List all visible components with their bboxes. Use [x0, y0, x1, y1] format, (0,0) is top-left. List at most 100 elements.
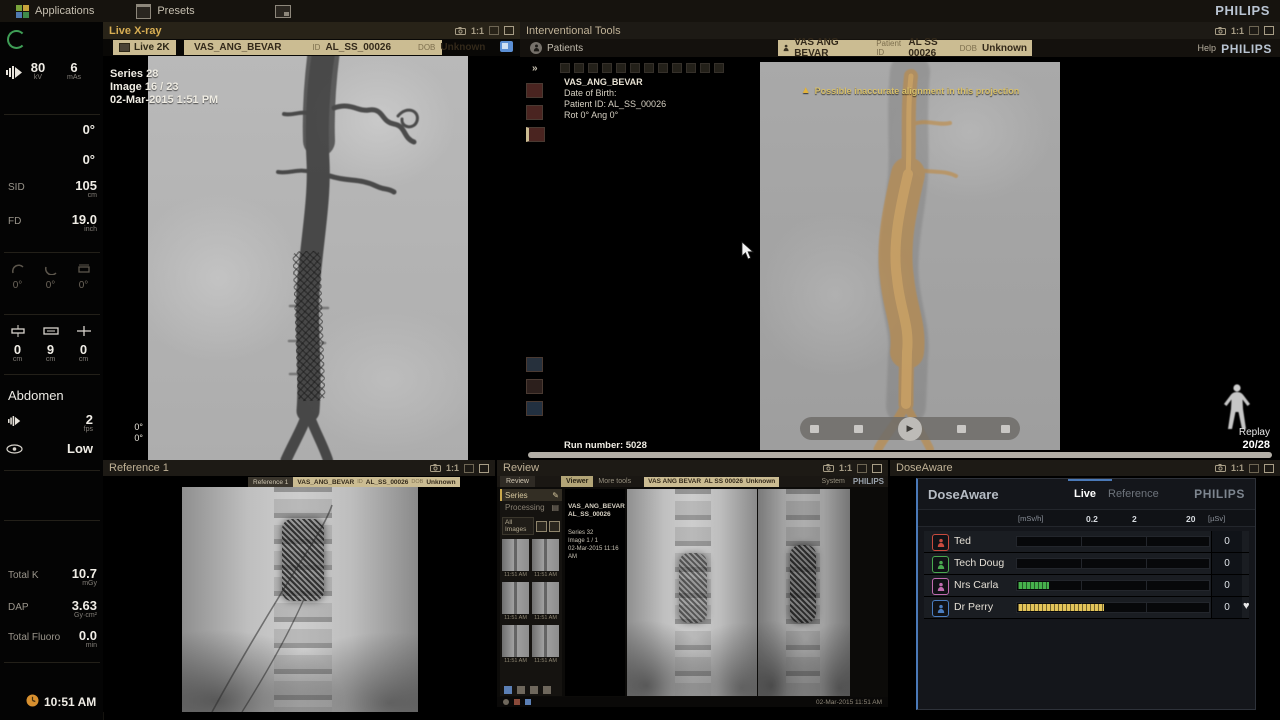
replay-counter: 20/28: [1208, 439, 1270, 451]
workstation-screen: Applications Presets PHILIPS 80 kV 6 mAs…: [0, 0, 1280, 720]
series-thumbnail[interactable]: 11:51 AM: [532, 582, 559, 622]
series-thumbnail[interactable]: 11:51 AM: [502, 625, 529, 665]
add-marker-button[interactable]: [810, 425, 819, 433]
snapshot-icon[interactable]: [455, 27, 466, 35]
patient-banner-live[interactable]: VAS_ANG_BEVAR ID AL_SS_00026 DOB Unknown: [184, 40, 442, 55]
flag-button[interactable]: [1001, 425, 1010, 433]
staff-name: Ted: [954, 535, 971, 547]
presets-menu[interactable]: Presets: [136, 4, 194, 19]
window-icon[interactable]: [1264, 464, 1274, 473]
table-value-3: 0: [68, 342, 99, 357]
acquisition-timestamp: 02-Mar-2015 1:51 PM: [110, 94, 218, 107]
expand-icon[interactable]: [1249, 464, 1259, 473]
export-icon[interactable]: [517, 686, 525, 694]
play-button[interactable]: ▶: [898, 417, 922, 441]
series-thumbnail[interactable]: 11:51 AM: [502, 539, 529, 579]
snapshot-icon[interactable]: [430, 464, 441, 472]
dose-scale-row: [mSv/h] 0.2 2 20 [µSv]: [918, 509, 1255, 527]
expand-panel-chevrons[interactable]: »: [532, 63, 538, 74]
review-viewport-1[interactable]: [627, 489, 757, 696]
tab-live-2k[interactable]: Live 2K: [113, 40, 176, 55]
ma-unit: mAs: [56, 74, 92, 81]
table-long-icon: [42, 325, 60, 337]
patient-id: AL SS 00026: [908, 37, 954, 59]
series-thumbnail[interactable]: 11:51 AM: [502, 582, 529, 622]
patient-dob-label: DOB: [418, 43, 435, 52]
review-app-tab[interactable]: Review: [500, 476, 535, 487]
list-view-button[interactable]: [549, 521, 560, 532]
sid-label: SID: [8, 182, 25, 193]
zoom-1-1-button[interactable]: 1:1: [446, 463, 459, 473]
select-tool-icon[interactable]: [504, 686, 512, 694]
fusion-roadmap-image[interactable]: ▲ Possible inaccurate alignment in this …: [760, 62, 1060, 450]
previous-frame-button[interactable]: [854, 425, 863, 433]
more-tools-tab[interactable]: More tools: [593, 476, 636, 487]
table-unit-2: cm: [35, 356, 66, 363]
image-filter-select[interactable]: All Images: [502, 517, 534, 535]
next-frame-button[interactable]: [957, 425, 966, 433]
display-route-icon[interactable]: [500, 41, 513, 52]
patient-banner-reference[interactable]: VAS_ANG_BEVAR ID AL_SS_00026 DOB Unknown: [293, 477, 459, 487]
staff-name: Dr Perry: [954, 601, 993, 613]
delete-icon[interactable]: [543, 686, 551, 694]
expand-icon[interactable]: [857, 464, 867, 473]
fluoro-mode-eye-icon: [6, 444, 23, 454]
zoom-1-1-button[interactable]: 1:1: [1231, 26, 1244, 36]
dose-bar-track: [1016, 580, 1210, 591]
live-2k-label: Live 2K: [134, 42, 170, 53]
viewer-tab[interactable]: Viewer: [561, 476, 593, 487]
table-lateral-icon: [75, 325, 93, 337]
hand-heart-icon[interactable]: ♥: [1243, 600, 1250, 612]
timeline-scrollbar[interactable]: [528, 452, 1272, 458]
presets-label: Presets: [157, 5, 194, 17]
series-tab[interactable]: Series✎: [500, 489, 562, 501]
roadmap-thumb-2[interactable]: [526, 105, 543, 120]
system-menu[interactable]: System: [822, 478, 845, 485]
patient-body-model[interactable]: [1220, 383, 1254, 433]
live-angiogram-image[interactable]: [148, 56, 468, 460]
sort-button[interactable]: [536, 521, 547, 532]
warning-icon: ▲: [801, 86, 811, 96]
doseaware-live-tab[interactable]: Live: [1074, 488, 1096, 500]
snapshot-icon[interactable]: [1215, 464, 1226, 472]
zoom-1-1-button[interactable]: 1:1: [471, 26, 484, 36]
total-k-value: 10.7: [47, 566, 97, 581]
tab-reference-1[interactable]: Reference 1: [248, 477, 293, 487]
rotation-icon-3: [77, 263, 91, 275]
alignment-warning: ▲ Possible inaccurate alignment in this …: [760, 86, 1060, 96]
patient-model-icon[interactable]: [526, 401, 543, 416]
print-icon[interactable]: [530, 686, 538, 694]
patients-tab[interactable]: Patients: [530, 42, 583, 54]
applications-menu[interactable]: Applications: [16, 5, 94, 18]
series-overlay: Series 28 Image 16 / 23 02-Mar-2015 1:51…: [110, 68, 218, 107]
expand-icon[interactable]: [464, 464, 474, 473]
layout-grid-icon[interactable]: [526, 357, 543, 372]
roadmap-thumb-selected[interactable]: [526, 127, 545, 142]
processing-tab[interactable]: Processing▤: [500, 501, 562, 513]
window-icon[interactable]: [1264, 26, 1274, 35]
patient-banner-review[interactable]: VAS ANG BEVAR AL SS 00026 Unknown: [644, 477, 779, 487]
patient-banner-interventional[interactable]: VAS ANG BEVAR Patient ID AL SS 00026 DOB…: [778, 40, 1032, 56]
window-icon[interactable]: [872, 464, 882, 473]
help-button[interactable]: Help: [1197, 43, 1216, 53]
camera-tool-icon[interactable]: [526, 379, 543, 394]
review-viewport-2[interactable]: [758, 489, 850, 696]
roadmap-thumb-1[interactable]: [526, 83, 543, 98]
expand-icon[interactable]: [1249, 26, 1259, 35]
zoom-1-1-button[interactable]: 1:1: [839, 463, 852, 473]
series-thumbnail[interactable]: 11:51 AM: [532, 539, 559, 579]
snapshot-icon[interactable]: [1215, 27, 1226, 35]
kv-unit: kV: [24, 74, 52, 81]
doseaware-reference-tab[interactable]: Reference: [1108, 488, 1159, 500]
mouse-cursor: [741, 241, 754, 260]
protocol-name: Abdomen: [8, 388, 64, 403]
reference-image[interactable]: [182, 487, 418, 712]
snapshot-icon[interactable]: [823, 464, 834, 472]
series-thumbnail[interactable]: 11:51 AM: [532, 625, 559, 665]
window-icon[interactable]: [504, 26, 514, 35]
window-icon[interactable]: [479, 464, 489, 473]
zoom-1-1-button[interactable]: 1:1: [1231, 463, 1244, 473]
capture-button[interactable]: [275, 5, 291, 18]
warning-text: Possible inaccurate alignment in this pr…: [815, 86, 1020, 96]
expand-icon[interactable]: [489, 26, 499, 35]
